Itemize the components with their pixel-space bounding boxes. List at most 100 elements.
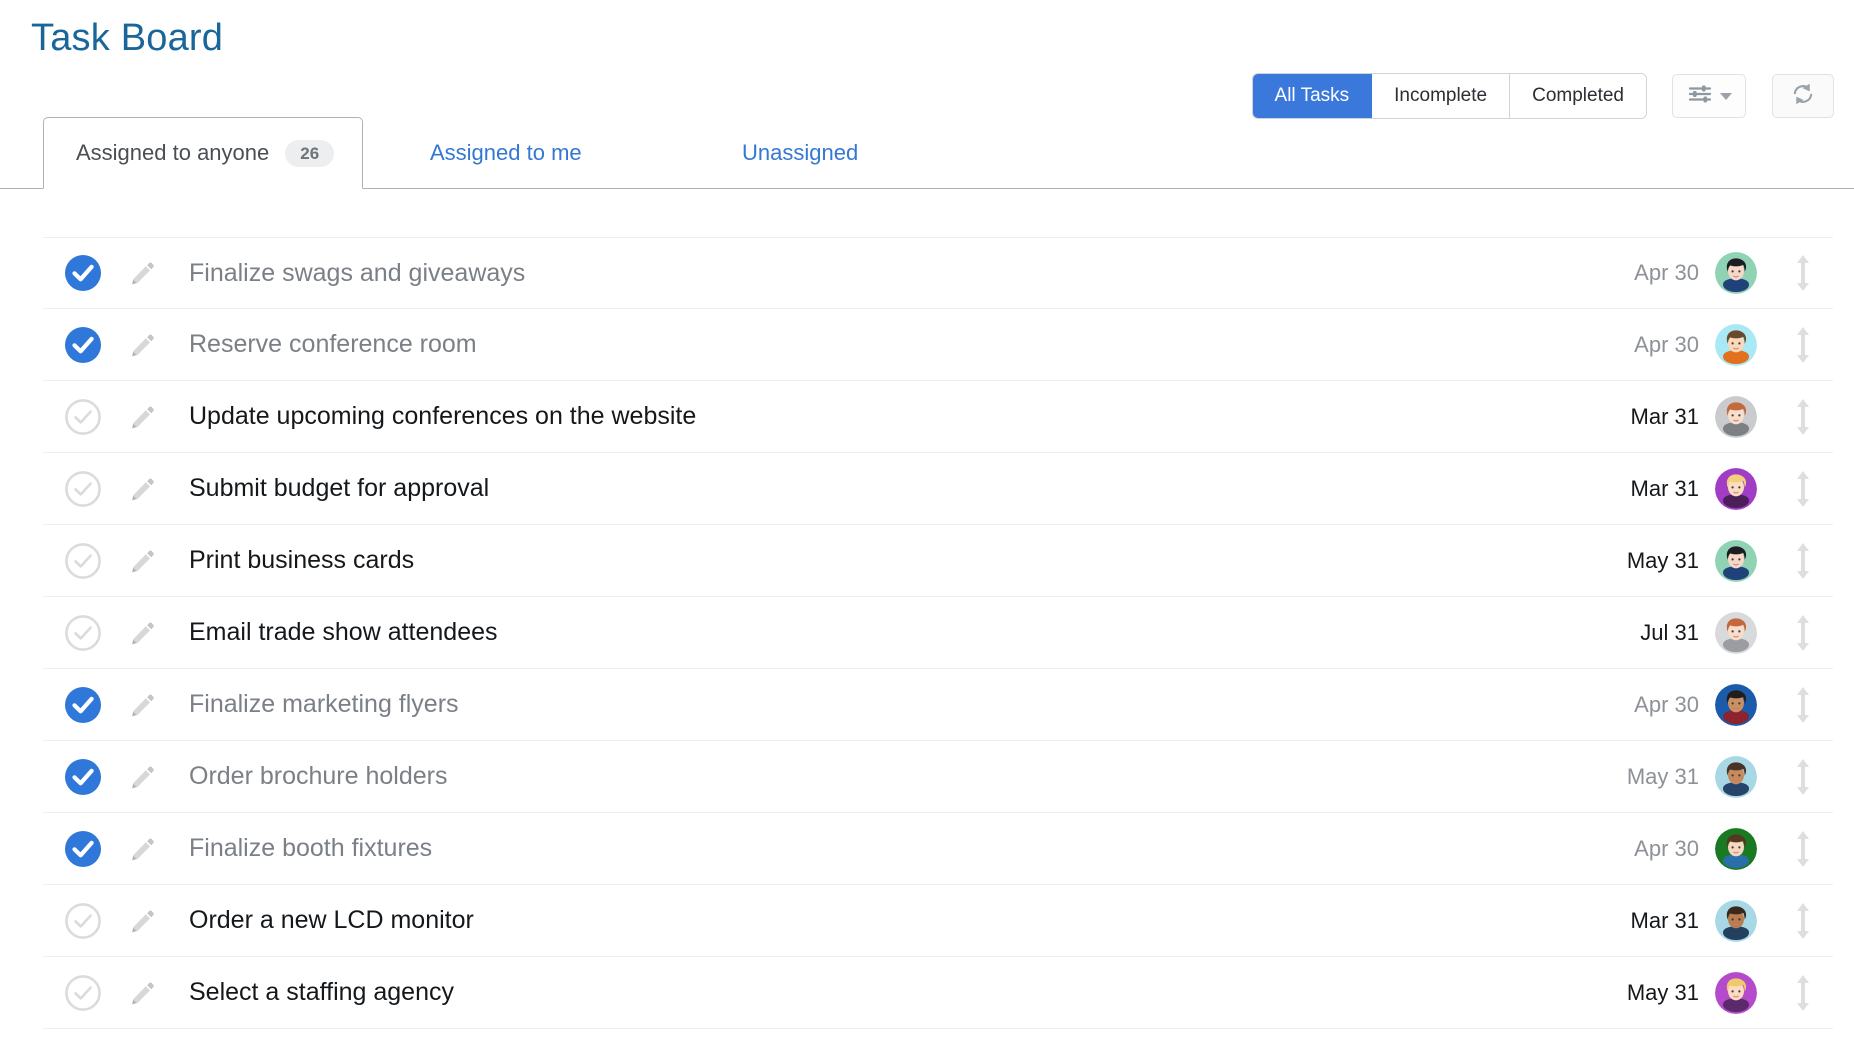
avatar-image <box>1715 611 1757 654</box>
task-assignee-avatar[interactable] <box>1715 539 1757 582</box>
task-edit-button[interactable] <box>129 620 155 646</box>
task-reorder-handle[interactable] <box>1781 756 1825 798</box>
task-checkbox-unchecked[interactable] <box>64 470 102 508</box>
task-edit-button[interactable] <box>129 548 155 574</box>
task-reorder-handle[interactable] <box>1781 252 1825 294</box>
tab-unassigned[interactable]: Unassigned <box>742 117 858 189</box>
task-edit-button[interactable] <box>129 980 155 1006</box>
task-due-date: Mar 31 <box>1630 475 1699 501</box>
task-row[interactable]: Print business cards May 31 <box>43 525 1833 597</box>
task-due-date: Apr 30 <box>1634 260 1699 285</box>
task-reorder-handle[interactable] <box>1781 468 1825 510</box>
task-reorder-handle[interactable] <box>1781 540 1825 582</box>
task-checkbox-unchecked[interactable] <box>64 614 102 652</box>
task-title: Order brochure holders <box>189 762 448 790</box>
task-checkbox-checked[interactable] <box>64 758 102 796</box>
drag-updown-icon <box>1797 974 1809 1011</box>
task-reorder-handle[interactable] <box>1781 828 1825 870</box>
task-title: Order a new LCD monitor <box>189 906 474 934</box>
task-due-date: Apr 30 <box>1634 835 1699 861</box>
task-edit-button[interactable] <box>129 836 155 862</box>
task-reorder-handle[interactable] <box>1781 612 1825 654</box>
task-checkbox-unchecked[interactable] <box>64 974 102 1012</box>
task-assignee-avatar[interactable] <box>1715 899 1757 942</box>
task-due-date: Jul 31 <box>1640 619 1699 645</box>
task-edit-button[interactable] <box>129 332 155 358</box>
task-reorder-handle[interactable] <box>1781 396 1825 438</box>
pencil-icon <box>132 477 154 500</box>
task-checkbox-checked[interactable] <box>64 830 102 868</box>
task-reorder-handle[interactable] <box>1781 972 1825 1014</box>
status-filter-group: All Tasks Incomplete Completed <box>1252 74 1646 118</box>
pencil-icon <box>132 549 154 572</box>
pencil-icon <box>132 909 154 932</box>
task-board-page: Task Board All Tasks Incomplete Completed <box>0 0 1854 1049</box>
task-assignee-avatar[interactable] <box>1715 971 1757 1014</box>
page-title: Task Board <box>31 17 224 59</box>
check-circle-filled-icon <box>65 255 101 291</box>
task-row[interactable]: Finalize marketing flyers Apr 30 <box>43 669 1833 741</box>
status-filter-all-tasks[interactable]: All Tasks <box>1252 74 1373 118</box>
avatar-image <box>1715 323 1757 366</box>
pencil-icon <box>132 405 154 428</box>
refresh-icon <box>1790 81 1816 112</box>
refresh-button[interactable] <box>1772 74 1834 118</box>
task-assignee-avatar[interactable] <box>1715 252 1757 294</box>
status-filter-completed[interactable]: Completed <box>1510 74 1646 118</box>
avatar-image <box>1715 395 1757 438</box>
task-edit-button[interactable] <box>129 908 155 934</box>
task-checkbox-checked[interactable] <box>64 254 102 292</box>
task-row[interactable]: Finalize swags and giveaways Apr 30 <box>43 237 1833 309</box>
task-checkbox-unchecked[interactable] <box>64 542 102 580</box>
task-row[interactable]: Submit budget for approval Mar 31 <box>43 453 1833 525</box>
filter-settings-button[interactable] <box>1672 74 1746 118</box>
task-checkbox-checked[interactable] <box>64 686 102 724</box>
drag-updown-icon <box>1797 542 1809 579</box>
task-due-date: May 31 <box>1626 763 1699 789</box>
task-assignee-avatar[interactable] <box>1715 755 1757 798</box>
task-edit-button[interactable] <box>129 692 155 718</box>
task-edit-button[interactable] <box>129 476 155 502</box>
drag-updown-icon <box>1797 255 1809 291</box>
task-edit-button[interactable] <box>129 404 155 430</box>
check-circle-filled-icon <box>65 830 101 867</box>
task-assignee-avatar[interactable] <box>1715 323 1757 366</box>
task-assignee-avatar[interactable] <box>1715 611 1757 654</box>
task-title: Print business cards <box>189 546 415 574</box>
check-circle-filled-icon <box>65 326 101 363</box>
task-checkbox-checked[interactable] <box>64 326 102 364</box>
task-edit-button[interactable] <box>129 260 155 286</box>
task-row[interactable]: Order brochure holders May 31 <box>43 741 1833 813</box>
task-due-date: Apr 30 <box>1634 691 1699 717</box>
avatar-image <box>1715 971 1757 1014</box>
task-assignee-avatar[interactable] <box>1715 683 1757 726</box>
task-reorder-handle[interactable] <box>1781 684 1825 726</box>
task-title: Finalize booth fixtures <box>189 834 433 862</box>
task-assignee-avatar[interactable] <box>1715 827 1757 870</box>
task-title: Finalize marketing flyers <box>189 690 459 718</box>
task-checkbox-unchecked[interactable] <box>64 398 102 436</box>
tab-assigned-to-me[interactable]: Assigned to me <box>430 117 582 189</box>
check-circle-outline-icon <box>65 542 101 579</box>
task-row[interactable]: Email trade show attendees Jul 31 <box>43 597 1833 669</box>
task-row[interactable]: Update upcoming conferences on the websi… <box>43 381 1833 453</box>
task-assignee-avatar[interactable] <box>1715 467 1757 510</box>
status-filter-incomplete[interactable]: Incomplete <box>1372 74 1511 118</box>
task-due-date: Mar 31 <box>1630 403 1699 429</box>
task-reorder-handle[interactable] <box>1781 900 1825 942</box>
task-row[interactable]: Finalize booth fixtures Apr 30 <box>43 813 1833 885</box>
drag-updown-icon <box>1797 830 1809 867</box>
task-due-date: Mar 31 <box>1630 907 1699 933</box>
drag-updown-icon <box>1797 902 1809 939</box>
pencil-icon <box>132 262 154 285</box>
task-row[interactable]: Select a staffing agency May 31 <box>43 957 1833 1029</box>
task-list: Finalize swags and giveaways Apr 30 Reserv… <box>43 237 1833 1029</box>
tab-assigned-to-anyone[interactable]: Assigned to anyone 26 <box>43 117 364 189</box>
task-row[interactable]: Reserve conference room Apr 30 <box>43 309 1833 381</box>
task-assignee-avatar[interactable] <box>1715 395 1757 438</box>
task-checkbox-unchecked[interactable] <box>64 902 102 940</box>
drag-updown-icon <box>1797 758 1809 795</box>
task-edit-button[interactable] <box>129 764 155 790</box>
task-row[interactable]: Order a new LCD monitor Mar 31 <box>43 885 1833 957</box>
task-reorder-handle[interactable] <box>1781 324 1825 366</box>
